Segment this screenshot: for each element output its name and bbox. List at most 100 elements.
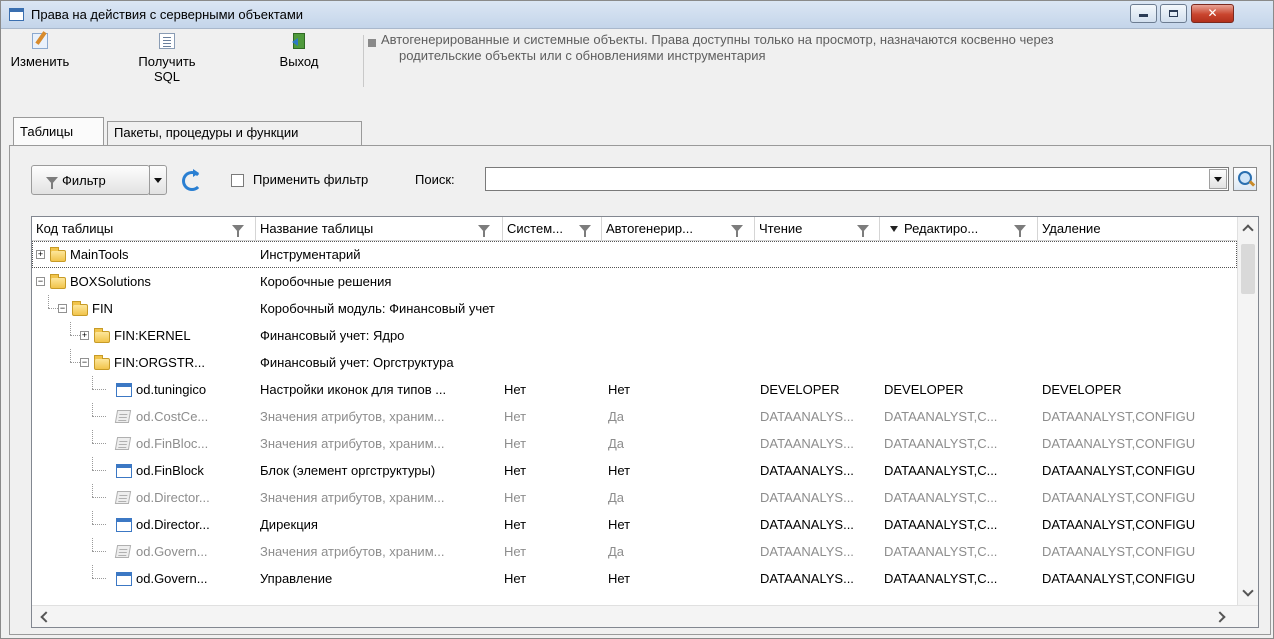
column-filter-icon[interactable]: [232, 225, 244, 237]
cell-edit: DATAANALYST,C...: [884, 463, 998, 478]
get-sql-button[interactable]: Получить SQL: [125, 33, 209, 84]
objects-grid[interactable]: Код таблицы Название таблицы Систем... А…: [31, 216, 1259, 628]
column-header-label: Название таблицы: [260, 221, 374, 236]
tree-connector: [92, 443, 106, 444]
cell-name: Финансовый учет: Ядро: [260, 328, 405, 343]
vertical-scroll-thumb[interactable]: [1241, 244, 1255, 294]
cell-sys: Нет: [504, 490, 527, 505]
cell-del: DATAANALYST,CONFIGU: [1042, 436, 1196, 451]
filter-dropdown-button[interactable]: [149, 165, 167, 195]
column-header-edit[interactable]: Редактиро...: [880, 217, 1038, 241]
filter-button[interactable]: Фильтр: [31, 165, 150, 195]
cell-edit: DATAANALYST,C...: [884, 517, 998, 532]
table-row[interactable]: + FIN:KERNEL Финансовый учет: Ядро: [32, 322, 1237, 349]
cell-auto: Нет: [608, 463, 631, 478]
cell-del: DATAANALYST,CONFIGU: [1042, 571, 1196, 586]
cell-table-code: od.Director...: [136, 490, 210, 505]
scroll-left-icon[interactable]: [40, 611, 52, 623]
apply-filter-checkbox[interactable]: [231, 174, 244, 187]
cell-table-code: FIN: [92, 301, 113, 316]
cell-auto: Да: [608, 436, 625, 451]
cell-del: DATAANALYST,CONFIGU: [1042, 544, 1196, 559]
toolbar-separator: [363, 35, 364, 87]
expand-icon[interactable]: +: [80, 331, 89, 340]
cell-table-code: od.Director...: [136, 517, 210, 532]
column-filter-icon[interactable]: [1014, 225, 1026, 237]
tree-connector: [92, 578, 106, 579]
column-filter-icon[interactable]: [478, 225, 490, 237]
column-header-autogen[interactable]: Автогенерир...: [602, 217, 755, 241]
cell-edit: DATAANALYST,C...: [884, 490, 998, 505]
cell-table-code: od.Govern...: [136, 571, 208, 586]
scroll-down-icon[interactable]: [1242, 585, 1254, 597]
cell-table-code: od.CostCe...: [136, 409, 209, 424]
cell-table-code: MainTools: [70, 247, 129, 262]
column-header-read[interactable]: Чтение: [755, 217, 880, 241]
column-filter-icon[interactable]: [579, 225, 591, 237]
tree-connector: [70, 349, 71, 362]
minimize-button[interactable]: [1130, 4, 1157, 23]
column-header-delete[interactable]: Удаление: [1038, 217, 1237, 241]
column-header-name[interactable]: Название таблицы: [256, 217, 503, 241]
title-bar[interactable]: Права на действия с серверными объектами…: [1, 1, 1273, 29]
cell-auto: Нет: [608, 571, 631, 586]
cell-del: DATAANALYST,CONFIGU: [1042, 463, 1196, 478]
tab-packages[interactable]: Пакеты, процедуры и функции: [107, 121, 362, 145]
cell-name: Инструментарий: [260, 247, 361, 262]
folder-icon: [72, 301, 88, 316]
horizontal-scrollbar[interactable]: [32, 605, 1258, 627]
table-row[interactable]: − BOXSolutions Коробочные решения: [32, 268, 1237, 295]
table-row[interactable]: od.Director... Значения атрибутов, храним…: [32, 484, 1237, 511]
autogenerated-table-icon: [114, 410, 132, 423]
table-row[interactable]: od.Director... Дирекция Нет Нет DATAANALYS..…: [32, 511, 1237, 538]
search-history-dropdown[interactable]: [1209, 169, 1227, 189]
table-row[interactable]: od.FinBloc... Значения атрибутов, храним.…: [32, 430, 1237, 457]
column-filter-icon[interactable]: [731, 225, 743, 237]
sql-document-icon: [159, 33, 175, 49]
column-filter-icon[interactable]: [857, 225, 869, 237]
expand-icon[interactable]: +: [36, 250, 45, 259]
table-row[interactable]: + MainTools Инструментарий: [32, 241, 1237, 268]
tree-connector: [92, 511, 93, 524]
edit-icon: [32, 33, 48, 49]
cell-auto: Нет: [608, 382, 631, 397]
folder-icon: [50, 274, 66, 289]
close-button[interactable]: ✕: [1191, 4, 1234, 23]
tab-tables[interactable]: Таблицы: [13, 117, 104, 145]
cell-read: DATAANALYS...: [760, 463, 854, 478]
exit-button[interactable]: Выход: [273, 33, 325, 69]
exit-label: Выход: [279, 54, 319, 69]
column-header-label: Код таблицы: [36, 221, 114, 236]
tree-connector: [92, 484, 93, 497]
maximize-icon: [1169, 10, 1178, 17]
table-row[interactable]: od.CostCe... Значения атрибутов, храним..…: [32, 403, 1237, 430]
table-row[interactable]: od.FinBlock Блок (элемент оргструктуры) Не…: [32, 457, 1237, 484]
search-button[interactable]: [1233, 167, 1257, 191]
vertical-scrollbar[interactable]: [1237, 217, 1258, 605]
cell-name: Значения атрибутов, храним...: [260, 409, 445, 424]
table-row[interactable]: − FIN Коробочный модуль: Финансовый учет: [32, 295, 1237, 322]
tree-connector: [70, 322, 71, 335]
tree-connector: [92, 403, 93, 416]
search-input[interactable]: [485, 167, 1229, 191]
collapse-icon[interactable]: −: [58, 304, 67, 313]
column-header-code[interactable]: Код таблицы: [32, 217, 256, 241]
table-row[interactable]: od.tuningico Настройки иконок для типов .…: [32, 376, 1237, 403]
refresh-button[interactable]: [180, 169, 202, 191]
collapse-icon[interactable]: −: [80, 358, 89, 367]
table-row[interactable]: od.Govern... Значения атрибутов, храним..…: [32, 538, 1237, 565]
legend-line-1: Автогенерированные и системные объекты. …: [381, 32, 1054, 47]
permissions-window: Права на действия с серверными объектами…: [0, 0, 1274, 639]
scroll-up-icon[interactable]: [1242, 224, 1254, 236]
cell-table-code: od.FinBloc...: [136, 436, 209, 451]
column-header-system[interactable]: Систем...: [503, 217, 602, 241]
scroll-right-icon[interactable]: [1214, 611, 1226, 623]
cell-sys: Нет: [504, 544, 527, 559]
table-row[interactable]: od.Govern... Управление Нет Нет DATAANALYS..…: [32, 565, 1237, 592]
tree-connector: [92, 376, 93, 389]
edit-button[interactable]: Изменить: [7, 33, 73, 69]
collapse-icon[interactable]: −: [36, 277, 45, 286]
cell-table-code: od.FinBlock: [136, 463, 204, 478]
maximize-button[interactable]: [1160, 4, 1187, 23]
table-row[interactable]: − FIN:ORGSTR... Финансовый учет: Оргструкт…: [32, 349, 1237, 376]
